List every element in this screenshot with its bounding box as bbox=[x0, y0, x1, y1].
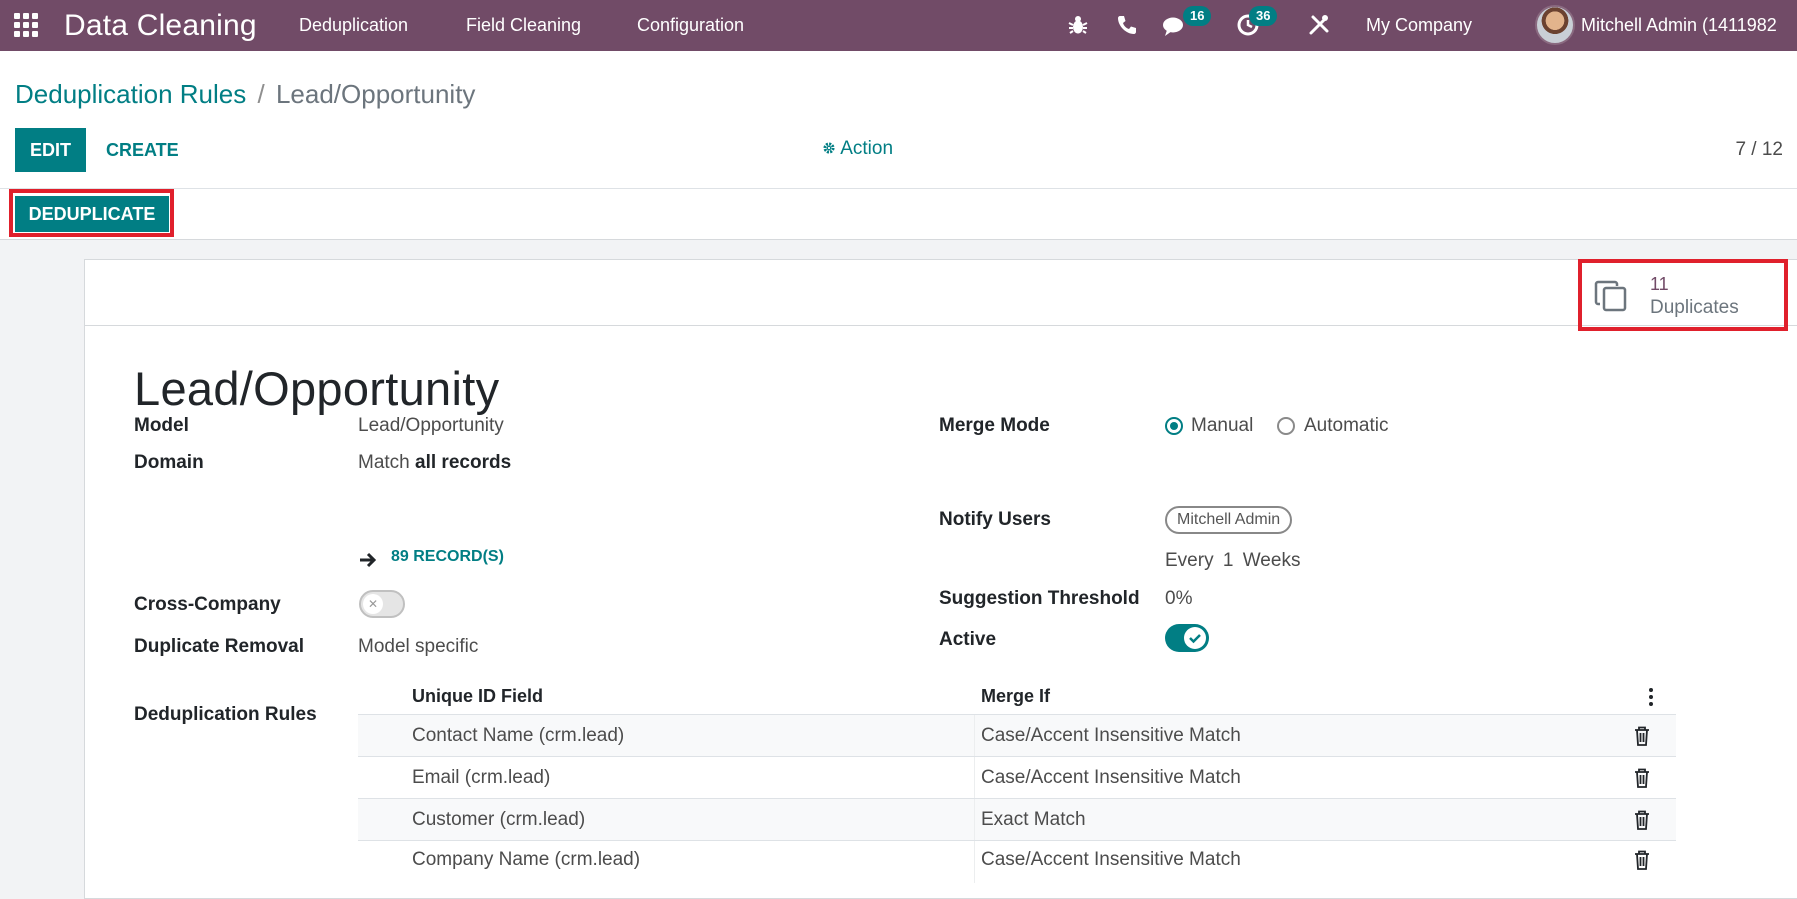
duplicate-removal-label: Duplicate Removal bbox=[134, 636, 304, 657]
activities-badge: 36 bbox=[1249, 6, 1278, 26]
app-menu-grid-icon[interactable] bbox=[14, 13, 38, 37]
table-row[interactable]: Contact Name (crm.lead) Case/Accent Inse… bbox=[358, 714, 1676, 757]
cell-unique-id-field: Company Name (crm.lead) bbox=[412, 849, 641, 870]
record-title: Lead/Opportunity bbox=[134, 362, 500, 415]
domain-label: Domain bbox=[134, 452, 204, 473]
duplicate-removal-value: Model specific bbox=[358, 636, 479, 657]
cell-unique-id-field: Contact Name (crm.lead) bbox=[412, 725, 625, 746]
smart-button-box: 11 Duplicates bbox=[85, 259, 1797, 331]
highlight-box-deduplicate bbox=[9, 189, 174, 237]
cell-merge-if: Exact Match bbox=[981, 809, 1086, 830]
merge-mode-automatic-label[interactable]: Automatic bbox=[1304, 415, 1388, 437]
cell-merge-if: Case/Accent Insensitive Match bbox=[981, 725, 1241, 746]
tools-settings-icon[interactable] bbox=[1307, 13, 1331, 37]
status-bar bbox=[0, 189, 1797, 240]
notify-user-tag[interactable]: Mitchell Admin bbox=[1165, 506, 1293, 534]
cell-merge-if: Case/Accent Insensitive Match bbox=[981, 767, 1241, 788]
breadcrumb-current: Lead/Opportunity bbox=[275, 79, 476, 109]
menu-configuration[interactable]: Configuration bbox=[637, 15, 744, 36]
records-link[interactable]: 89 RECORD(S) bbox=[391, 548, 504, 566]
dedup-rules-label: Deduplication Rules bbox=[134, 704, 317, 725]
top-navbar: Data Cleaning Deduplication Field Cleani… bbox=[0, 0, 1797, 51]
app-title[interactable]: Data Cleaning bbox=[64, 9, 257, 43]
notify-users-label: Notify Users bbox=[939, 509, 1051, 530]
merge-mode-label: Merge Mode bbox=[939, 415, 1050, 436]
cell-merge-if: Case/Accent Insensitive Match bbox=[981, 849, 1241, 870]
domain-value: Match all records bbox=[358, 452, 511, 474]
breadcrumb-separator: / bbox=[257, 79, 265, 109]
active-label: Active bbox=[939, 629, 997, 650]
table-row[interactable]: Company Name (crm.lead) Case/Accent Inse… bbox=[358, 840, 1676, 883]
highlight-box-duplicates bbox=[1578, 259, 1788, 331]
model-label: Model bbox=[134, 415, 189, 436]
optional-columns-kebab-icon[interactable] bbox=[1648, 688, 1654, 706]
delete-trash-icon[interactable] bbox=[1634, 850, 1650, 870]
domain-match-value: all records bbox=[415, 452, 512, 473]
notify-every-label: Every bbox=[1165, 550, 1214, 571]
user-menu[interactable]: Mitchell Admin (1411982 bbox=[1581, 15, 1777, 36]
check-icon bbox=[1189, 634, 1201, 644]
debug-bug-icon[interactable] bbox=[1066, 13, 1090, 37]
menu-deduplication[interactable]: Deduplication bbox=[299, 15, 408, 36]
domain-prefix: Match bbox=[358, 452, 410, 473]
pager-value[interactable]: 7 / 12 bbox=[1735, 139, 1783, 161]
delete-trash-icon[interactable] bbox=[1634, 810, 1650, 830]
company-switcher[interactable]: My Company bbox=[1366, 15, 1472, 36]
cross-company-label: Cross-Company bbox=[134, 594, 281, 615]
toggle-off-x-icon: ✕ bbox=[363, 594, 383, 614]
notify-interval-value[interactable]: 1 bbox=[1219, 550, 1238, 571]
column-divider bbox=[974, 715, 975, 757]
breadcrumb-parent[interactable]: Deduplication Rules bbox=[15, 79, 246, 109]
suggestion-threshold-value: 0% bbox=[1165, 588, 1193, 609]
table-row[interactable]: Email (crm.lead) Case/Accent Insensitive… bbox=[358, 756, 1676, 799]
column-divider bbox=[974, 841, 975, 883]
notify-interval: Every 1 Weeks bbox=[1165, 550, 1300, 572]
suggestion-threshold-label: Suggestion Threshold bbox=[939, 588, 1140, 609]
breadcrumb: Deduplication Rules / Lead/Opportunity bbox=[15, 79, 475, 110]
cell-unique-id-field: Customer (crm.lead) bbox=[412, 809, 586, 830]
cell-unique-id-field: Email (crm.lead) bbox=[412, 767, 551, 788]
cross-company-toggle[interactable]: ✕ bbox=[359, 590, 405, 618]
merge-mode-automatic-radio[interactable] bbox=[1277, 417, 1295, 435]
model-value: Lead/Opportunity bbox=[358, 415, 504, 436]
column-header-unique-id-field[interactable]: Unique ID Field bbox=[412, 686, 543, 707]
form-sheet: 11 Duplicates Lead/Opportunity Model Lea… bbox=[84, 259, 1797, 899]
menu-field-cleaning[interactable]: Field Cleaning bbox=[466, 15, 581, 36]
arrow-right-icon bbox=[360, 552, 377, 568]
action-label: Action bbox=[840, 138, 894, 159]
merge-mode-manual-radio[interactable] bbox=[1165, 417, 1183, 435]
notify-unit-value[interactable]: Weeks bbox=[1243, 550, 1301, 571]
phone-icon[interactable] bbox=[1115, 13, 1139, 37]
edit-button[interactable]: EDIT bbox=[15, 128, 86, 172]
create-button[interactable]: CREATE bbox=[94, 128, 191, 172]
column-divider bbox=[974, 757, 975, 799]
messages-badge: 16 bbox=[1183, 6, 1212, 26]
column-header-merge-if[interactable]: Merge If bbox=[981, 686, 1050, 707]
delete-trash-icon[interactable] bbox=[1634, 768, 1650, 788]
control-panel: Deduplication Rules / Lead/Opportunity E… bbox=[0, 51, 1797, 189]
column-divider bbox=[974, 799, 975, 841]
active-toggle[interactable] bbox=[1165, 624, 1209, 652]
gear-icon bbox=[823, 142, 835, 154]
merge-mode-manual-label[interactable]: Manual bbox=[1191, 415, 1253, 437]
delete-trash-icon[interactable] bbox=[1634, 726, 1650, 746]
action-dropdown[interactable]: Action bbox=[822, 138, 893, 160]
table-row[interactable]: Customer (crm.lead) Exact Match bbox=[358, 798, 1676, 841]
toggle-on-knob bbox=[1184, 627, 1206, 649]
user-avatar[interactable] bbox=[1535, 5, 1575, 45]
